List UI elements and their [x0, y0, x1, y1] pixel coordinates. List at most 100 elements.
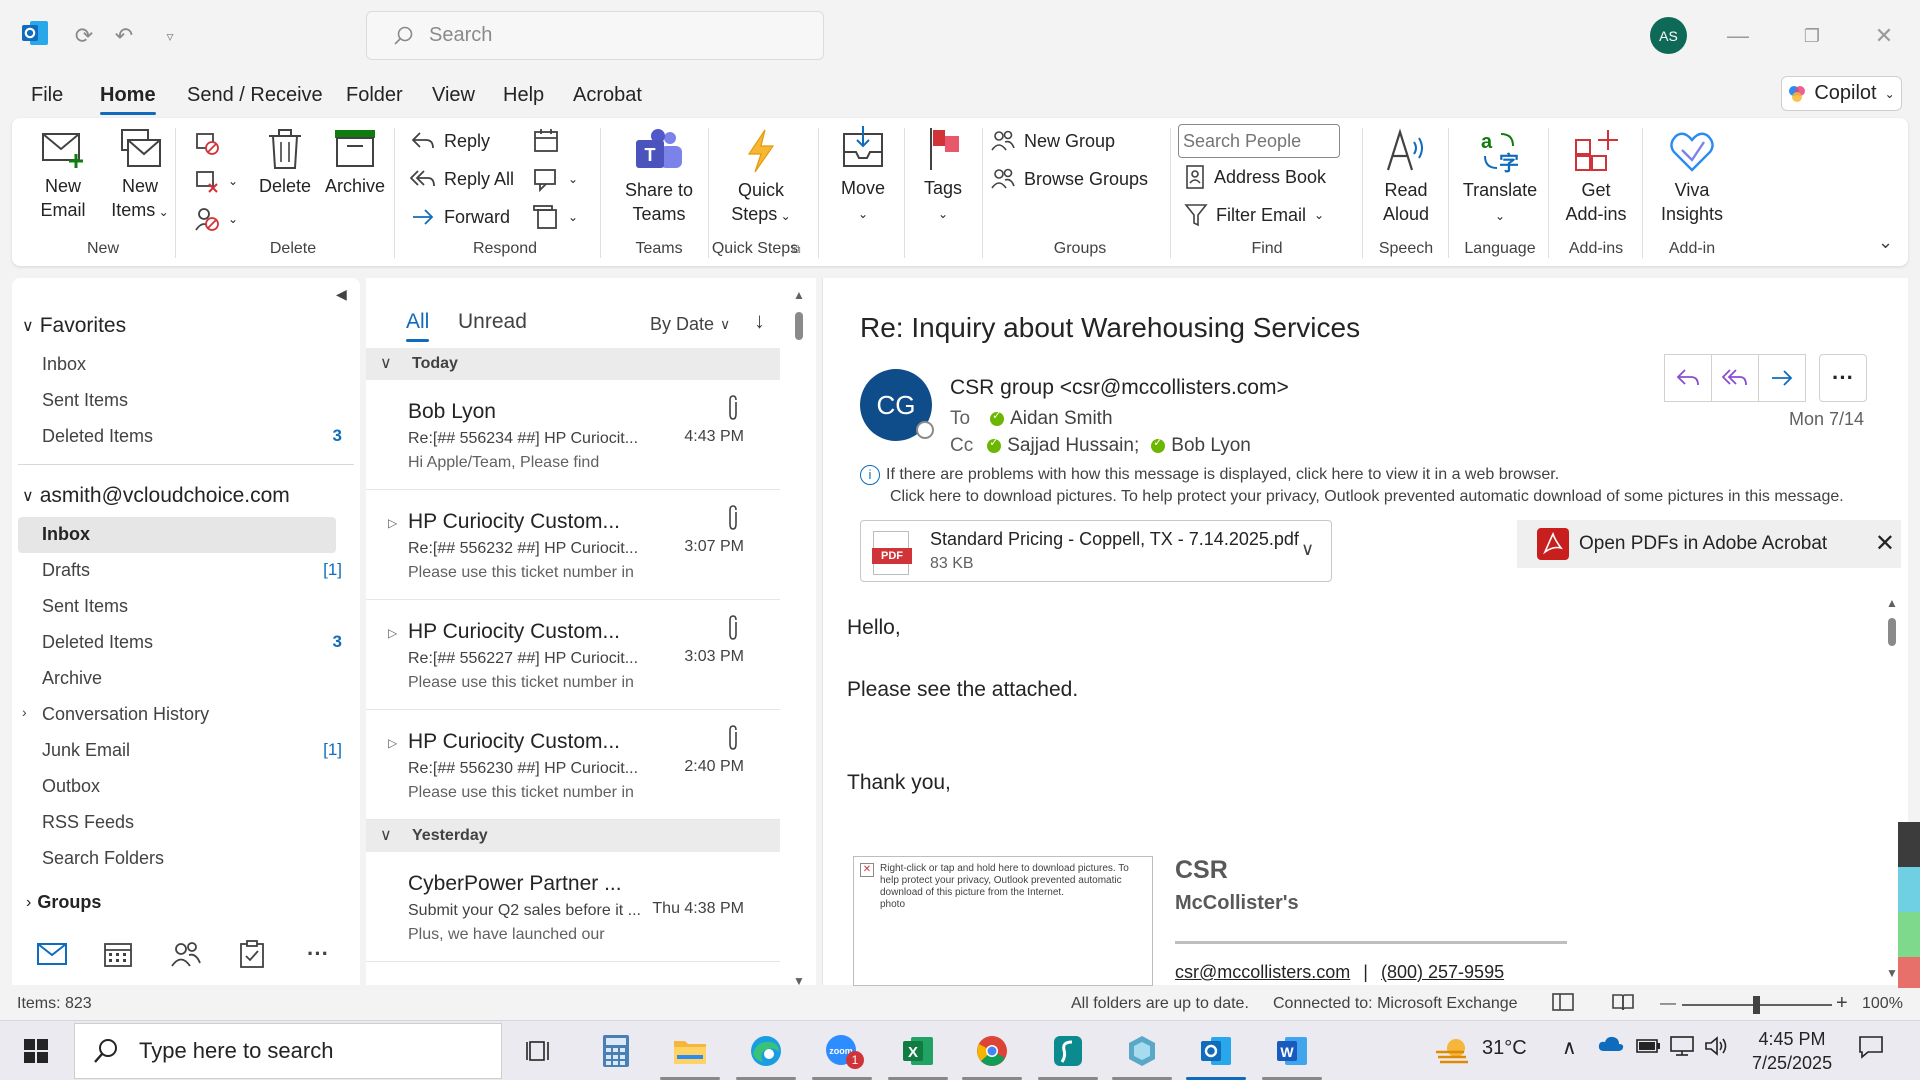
archive-button[interactable]: Archive	[318, 128, 392, 198]
zoom-in-icon[interactable]: +	[1836, 992, 1848, 1015]
hexagon-app-icon[interactable]	[1120, 1029, 1164, 1073]
reply-all-button[interactable]: Reply All	[410, 166, 514, 192]
reading-view-icon[interactable]	[1612, 992, 1634, 1017]
quick-steps-button[interactable]: Quick Steps ⌄	[716, 128, 806, 228]
junk-button[interactable]: ⌄	[194, 206, 238, 232]
file-explorer-icon[interactable]	[668, 1029, 712, 1073]
share-to-teams-button[interactable]: T Share to Teams	[610, 128, 708, 226]
expand-thread-icon[interactable]: ▷	[388, 626, 397, 640]
excel-icon[interactable]: X	[896, 1029, 940, 1073]
read-aloud-button[interactable]: Read Aloud	[1368, 128, 1444, 226]
folder-junk-email[interactable]: Junk Email [1]	[42, 740, 342, 761]
minimize-icon[interactable]: —	[1718, 16, 1758, 56]
favorite-deleted-items[interactable]: Deleted Items 3	[42, 426, 342, 447]
filter-tab-unread[interactable]: Unread	[458, 310, 527, 334]
search-input[interactable]: Search	[366, 11, 824, 60]
delete-button[interactable]: Delete	[252, 128, 318, 198]
new-items-button[interactable]: New Items ⌄	[102, 128, 178, 224]
new-group-button[interactable]: New Group	[990, 128, 1115, 154]
chrome-icon[interactable]	[970, 1029, 1014, 1073]
address-book-button[interactable]: Address Book	[1184, 164, 1326, 190]
battery-icon[interactable]	[1636, 1037, 1662, 1061]
collapse-ribbon-icon[interactable]: ⌄	[1878, 232, 1893, 253]
notifications-icon[interactable]	[1858, 1035, 1884, 1065]
collapse-pane-icon[interactable]: ◀	[336, 286, 347, 303]
get-addins-button[interactable]: Get Add-ins	[1552, 128, 1640, 226]
calendar-icon[interactable]	[100, 936, 136, 972]
favorite-sent-items[interactable]: Sent Items	[42, 390, 342, 411]
scroll-down-icon[interactable]: ▼	[793, 974, 805, 988]
message-item[interactable]: ▷ HP Curiocity Custom... Re:[## 556227 #…	[366, 600, 780, 710]
scroll-up-icon[interactable]: ▲	[793, 288, 805, 302]
search-people-input[interactable]	[1178, 124, 1340, 158]
clean-up-button[interactable]: ⌄	[194, 168, 238, 194]
folder-drafts[interactable]: Drafts [1]	[42, 560, 342, 581]
folder-search-folders[interactable]: Search Folders	[42, 848, 342, 869]
account-avatar[interactable]: AS	[1650, 17, 1687, 54]
ignore-button[interactable]	[194, 130, 220, 156]
folder-inbox[interactable]: Inbox	[42, 524, 342, 545]
folder-deleted-items[interactable]: Deleted Items 3	[42, 632, 342, 653]
group-header-today[interactable]: ∨ Today	[366, 348, 780, 380]
tab-send-receive[interactable]: Send / Receive	[187, 84, 323, 107]
sender-line[interactable]: CSR group <csr@mccollisters.com>	[950, 376, 1289, 400]
favorite-inbox[interactable]: Inbox	[42, 354, 342, 375]
more-respond-button[interactable]: ⌄	[532, 204, 578, 230]
tab-folder[interactable]: Folder	[346, 84, 403, 107]
network-icon[interactable]	[1670, 1035, 1696, 1063]
account-header[interactable]: ∨ asmith@vcloudchoice.com	[22, 484, 290, 508]
attachment-card[interactable]: PDF Standard Pricing - Coppell, TX - 7.1…	[860, 520, 1332, 582]
message-item[interactable]: ▷ HP Curiocity Custom... Re:[## 556230 #…	[366, 710, 780, 820]
filter-email-button[interactable]: Filter Email ⌄	[1184, 202, 1324, 228]
forward-button[interactable]	[1758, 354, 1806, 402]
calculator-icon[interactable]	[594, 1029, 638, 1073]
zoom-slider-thumb[interactable]	[1753, 996, 1760, 1014]
groups-header[interactable]: › Groups	[26, 892, 101, 913]
undo-icon[interactable]: ↶	[108, 20, 140, 52]
cc-recipient-2[interactable]: Bob Lyon	[1171, 435, 1251, 457]
scrollbar-thumb[interactable]	[795, 312, 803, 340]
reply-button[interactable]	[1664, 354, 1712, 402]
scrollbar-thumb[interactable]	[1888, 618, 1896, 646]
signature-phone-link[interactable]: (800) 257-9595	[1381, 962, 1504, 982]
sketch-app-icon[interactable]	[1046, 1029, 1090, 1073]
viva-insights-button[interactable]: Viva Insights	[1646, 128, 1738, 226]
tab-home[interactable]: Home	[100, 84, 156, 115]
copilot-button[interactable]: Copilot ⌄	[1781, 76, 1902, 111]
close-icon[interactable]: ✕	[1864, 16, 1904, 56]
dialog-launcher-icon[interactable]: ⧉	[792, 242, 801, 257]
onedrive-icon[interactable]	[1598, 1035, 1624, 1059]
outlook-taskbar-icon[interactable]	[1194, 1029, 1238, 1073]
group-header-yesterday[interactable]: ∨ Yesterday	[366, 820, 780, 852]
outlook-logo-icon[interactable]	[20, 18, 50, 48]
chevron-up-icon[interactable]: ∧	[1562, 1035, 1577, 1060]
meeting-reply-button[interactable]	[532, 128, 560, 154]
word-icon[interactable]: W	[1270, 1029, 1314, 1073]
chevron-down-icon[interactable]: ∨	[1301, 539, 1314, 560]
expand-thread-icon[interactable]: ▷	[388, 516, 397, 530]
people-icon[interactable]	[168, 936, 204, 972]
weather-icon[interactable]	[1430, 1029, 1474, 1073]
reply-button[interactable]: Reply	[410, 128, 490, 154]
mail-icon[interactable]	[34, 936, 70, 972]
folder-archive[interactable]: Archive	[42, 668, 342, 689]
blocked-signature-image[interactable]: ✕ Right-click or tap and hold here to do…	[853, 856, 1153, 986]
tab-view[interactable]: View	[432, 84, 475, 107]
more-actions-icon[interactable]: ···	[1819, 354, 1867, 402]
zoom-slider[interactable]	[1682, 996, 1832, 1014]
reply-all-button[interactable]	[1711, 354, 1759, 402]
customize-toolbar-icon[interactable]: ▿	[154, 20, 186, 52]
browse-groups-button[interactable]: Browse Groups	[990, 166, 1148, 192]
normal-view-icon[interactable]	[1552, 992, 1574, 1017]
sync-icon[interactable]: ⟳	[68, 20, 100, 52]
zoom-app-icon[interactable]: zoom 1	[820, 1029, 864, 1073]
forward-button[interactable]: Forward	[410, 204, 510, 230]
move-button[interactable]: Move ⌄	[826, 126, 900, 226]
weather-temperature[interactable]: 31°C	[1482, 1037, 1527, 1060]
clock[interactable]: 4:45 PM 7/25/2025	[1752, 1027, 1832, 1075]
acrobat-banner[interactable]: Open PDFs in Adobe Acrobat ✕	[1517, 520, 1901, 568]
im-reply-button[interactable]: ⌄	[532, 166, 578, 192]
windows-start-icon[interactable]	[14, 1029, 58, 1073]
scroll-down-icon[interactable]: ▼	[1886, 966, 1898, 980]
edge-icon[interactable]	[744, 1029, 788, 1073]
